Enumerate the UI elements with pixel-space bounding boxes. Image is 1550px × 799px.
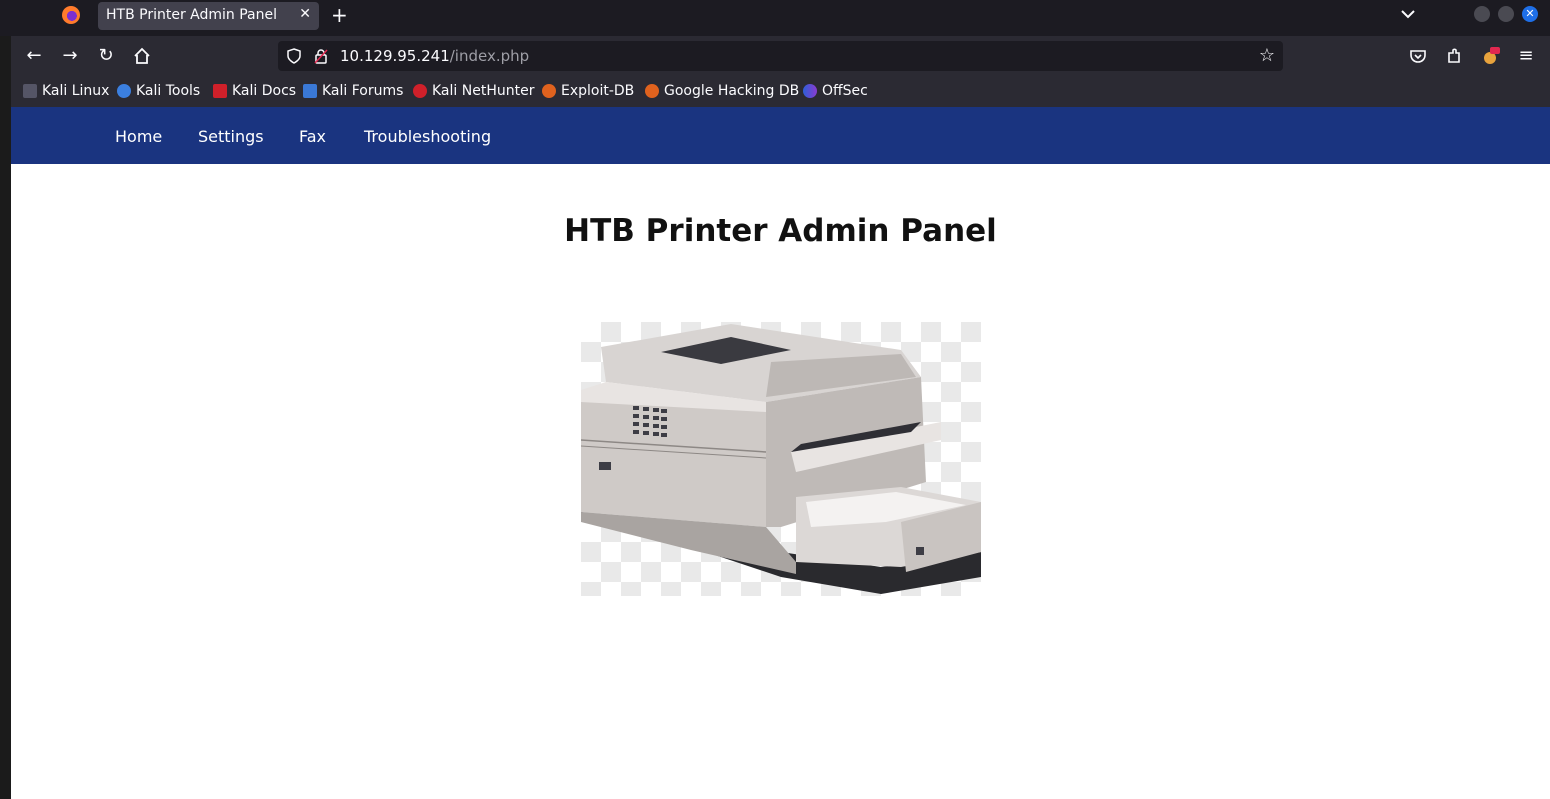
insecure-lock-icon[interactable] (314, 48, 328, 64)
tab-title: HTB Printer Admin Panel (106, 7, 277, 23)
nav-toolbar: ← → ↻ 10.129.95.241/index.php ☆ ≡ (11, 36, 1550, 76)
web-page: Home Settings Fax Troubleshooting HTB Pr… (11, 107, 1550, 799)
bookmark-kali-nethunter[interactable]: Kali NetHunter (413, 82, 534, 100)
bookmark-kali-docs[interactable]: Kali Docs (213, 82, 296, 100)
bookmark-kali-forums[interactable]: Kali Forums (303, 82, 403, 100)
ghdb-icon (645, 84, 659, 98)
nethunter-icon (413, 84, 427, 98)
bookmark-google-hacking-db[interactable]: Google Hacking DB (645, 82, 799, 100)
kali-dragon-icon (23, 84, 37, 98)
tab-close-icon[interactable]: ✕ (299, 6, 311, 22)
nav-fax-link[interactable]: Fax (299, 127, 326, 146)
url-bar[interactable]: 10.129.95.241/index.php ☆ (278, 41, 1283, 71)
bookmark-star-icon[interactable]: ☆ (1259, 45, 1275, 66)
bookmark-kali-linux[interactable]: Kali Linux (23, 82, 109, 100)
tab-active[interactable]: HTB Printer Admin Panel ✕ (98, 2, 319, 30)
chevron-down-icon[interactable] (1398, 4, 1418, 24)
nav-settings-link[interactable]: Settings (198, 127, 264, 146)
kali-tools-icon (117, 84, 131, 98)
tab-bar: HTB Printer Admin Panel ✕ + ✕ (0, 0, 1550, 36)
printer-illustration (580, 324, 981, 594)
kali-docs-icon (213, 84, 227, 98)
offsec-icon (803, 84, 817, 98)
extensions-icon[interactable] (1444, 46, 1464, 66)
addon-badge-icon[interactable] (1480, 46, 1500, 66)
shield-icon[interactable] (287, 48, 301, 64)
site-navbar: Home Settings Fax Troubleshooting (11, 107, 1550, 164)
hamburger-menu-icon[interactable]: ≡ (1516, 46, 1536, 66)
pocket-icon[interactable] (1408, 46, 1428, 66)
back-arrow-icon[interactable]: ← (24, 46, 44, 66)
bookmark-exploit-db[interactable]: Exploit-DB (542, 82, 634, 100)
printer-image (580, 322, 981, 596)
kali-forums-icon (303, 84, 317, 98)
url-text: 10.129.95.241/index.php (340, 47, 530, 65)
new-tab-button[interactable]: + (331, 3, 348, 27)
reload-icon[interactable]: ↻ (96, 46, 116, 66)
maximize-button[interactable] (1498, 6, 1514, 22)
bookmarks-bar: Kali Linux Kali Tools Kali Docs Kali For… (11, 76, 1550, 107)
home-icon[interactable] (132, 46, 152, 66)
exploit-db-icon (542, 84, 556, 98)
minimize-button[interactable] (1474, 6, 1490, 22)
bookmark-offsec[interactable]: OffSec (803, 82, 868, 100)
nav-troubleshooting-link[interactable]: Troubleshooting (364, 127, 491, 146)
desktop-edge (0, 0, 11, 799)
close-window-button[interactable]: ✕ (1522, 6, 1538, 22)
bookmark-kali-tools[interactable]: Kali Tools (117, 82, 200, 100)
firefox-icon[interactable] (62, 6, 80, 24)
page-title: HTB Printer Admin Panel (564, 213, 997, 249)
forward-arrow-icon[interactable]: → (60, 46, 80, 66)
nav-home-link[interactable]: Home (115, 127, 162, 146)
